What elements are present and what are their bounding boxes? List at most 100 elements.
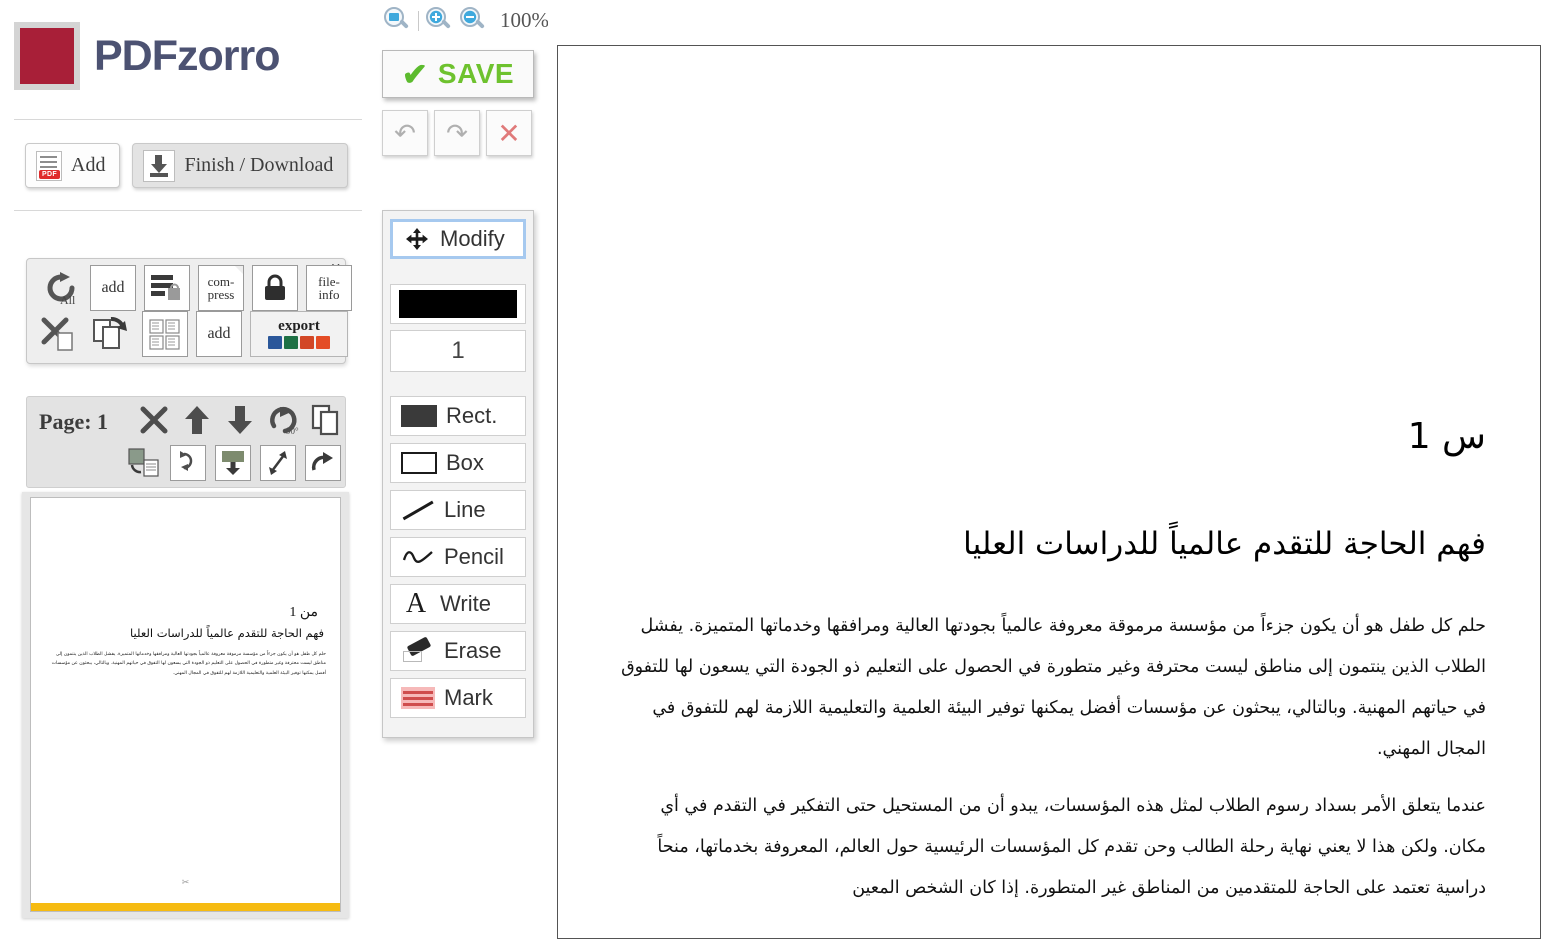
page-indicator: Page: 1 [39, 409, 109, 434]
document-page-number: س 1 [1407, 416, 1486, 457]
tool-pencil[interactable]: Pencil [390, 537, 526, 577]
thumbnail-title: فهم الحاجة للتقدم عالمياً للدراسات العلي… [130, 626, 324, 640]
zoom-controls: 100% [384, 7, 549, 34]
reorder-page-icon[interactable] [170, 445, 206, 481]
merge-documents-icon[interactable] [144, 265, 190, 311]
pdf-canvas-area: س 1 فهم الحاجة للتقدم عالمياً للدراسات ا… [548, 0, 1558, 939]
export-html5-icon [316, 336, 330, 349]
duplicate-page-icon[interactable] [309, 403, 343, 437]
tool-write[interactable]: A Write [390, 584, 526, 624]
pdfzorro-editor: PDFzorro PDF Add Finish / Download X [0, 0, 1558, 939]
zoom-in-icon[interactable] [426, 7, 453, 34]
add-file-label: Add [71, 154, 106, 176]
move-arrows-icon [403, 226, 431, 252]
extract-text-icon[interactable] [127, 446, 161, 480]
split-pages-icon[interactable] [142, 311, 188, 357]
protect-lock-icon[interactable] [252, 265, 298, 311]
tool-box[interactable]: Box [390, 443, 526, 483]
download-page-icon[interactable] [215, 445, 251, 481]
tool-erase[interactable]: Erase [390, 631, 526, 671]
tool-erase-label: Erase [444, 638, 502, 663]
add-page-icon[interactable]: add [90, 265, 136, 311]
tool-column: 100% ✔ SAVE ↶ ↷ ✕ Modify 1 Rect. Box Lin… [378, 0, 549, 939]
thumbnail-cursor-mark: ✂ [181, 877, 190, 887]
svg-text:90°: 90° [286, 426, 299, 436]
left-sidebar: PDFzorro PDF Add Finish / Download X [0, 0, 378, 939]
page-toolbar-row-1: 90° [137, 403, 343, 437]
thumbnail-body-text: حلم كل طفل هو أن يكون جزءاً من مؤسسة مرم… [51, 652, 326, 676]
zoom-level: 100% [500, 8, 549, 32]
thumbnail-page-number: من 1 [289, 605, 318, 620]
tool-rect[interactable]: Rect. [390, 396, 526, 436]
download-icon [143, 149, 176, 182]
compress-icon[interactable]: com-press [198, 265, 244, 311]
document-tools-panel: X All add [26, 258, 352, 364]
undo-button[interactable]: ↶ [382, 110, 428, 156]
file-info-icon[interactable]: file-info [306, 265, 352, 311]
file-action-buttons: PDF Add Finish / Download [25, 143, 349, 188]
redo-button[interactable]: ↷ [434, 110, 480, 156]
tool-pencil-label: Pencil [444, 544, 504, 569]
tool-modify[interactable]: Modify [390, 219, 526, 259]
page-thumbnail-container[interactable]: من 1 فهم الحاجة للتقدم عالمياً للدراسات … [22, 492, 349, 918]
pdf-page-canvas[interactable]: س 1 فهم الحاجة للتقدم عالمياً للدراسات ا… [557, 45, 1541, 939]
file-info-label: file-info [318, 274, 340, 302]
pdf-document-icon: PDF [36, 150, 62, 181]
finish-download-button[interactable]: Finish / Download [132, 143, 349, 188]
duplicate-rotate-icon[interactable] [90, 312, 134, 356]
annotation-tools-panel: Modify 1 Rect. Box Line Pencil A Write E… [382, 210, 534, 738]
delete-pages-icon[interactable] [38, 312, 82, 356]
tool-mark-label: Mark [444, 685, 493, 710]
export-format-icons [268, 336, 330, 349]
text-letter-a-icon: A [405, 588, 427, 619]
export-label: export [278, 318, 320, 334]
document-title: فهم الحاجة للتقدم عالمياً للدراسات العلي… [963, 526, 1486, 562]
move-page-down-icon[interactable] [223, 403, 257, 437]
tool-box-label: Box [446, 450, 484, 475]
finish-download-label: Finish / Download [184, 154, 334, 176]
export-excel-icon [284, 336, 298, 349]
document-paragraph-1: حلم كل طفل هو أن يكون جزءاً من مؤسسة مرم… [621, 616, 1486, 760]
page-thumbnail[interactable]: من 1 فهم الحاجة للتقدم عالمياً للدراسات … [30, 497, 341, 912]
document-tools-row-1: All add com- press file- info [38, 265, 352, 311]
rotate-page-90-icon[interactable]: 90° [266, 403, 300, 437]
checkmark-icon: ✔ [401, 56, 428, 92]
divider-bottom [14, 210, 362, 211]
export-icon[interactable]: export [250, 311, 348, 357]
add-text-page-icon[interactable]: add [196, 311, 242, 357]
thumbnail-accent-bar [31, 903, 340, 911]
brand-logo[interactable]: PDFzorro [14, 22, 280, 90]
share-page-icon[interactable] [305, 445, 341, 481]
tool-modify-label: Modify [440, 226, 505, 251]
eraser-icon [401, 636, 435, 663]
document-tools-row-2: add export [38, 311, 348, 357]
resize-page-icon[interactable] [260, 445, 296, 481]
pencil-squiggle-icon [401, 546, 435, 568]
export-word-icon [268, 336, 282, 349]
save-button[interactable]: ✔ SAVE [382, 50, 534, 98]
tool-mark[interactable]: Mark [390, 678, 526, 718]
add-file-button[interactable]: PDF Add [25, 143, 121, 188]
fit-page-zoom-icon[interactable] [384, 7, 411, 34]
add-page-label: add [101, 279, 125, 296]
history-buttons: ↶ ↷ ✕ [382, 110, 532, 156]
brand-mark-icon [14, 22, 80, 90]
tool-line[interactable]: Line [390, 490, 526, 530]
outlined-rectangle-icon [401, 452, 437, 474]
color-swatch[interactable] [390, 284, 526, 324]
highlighter-lines-icon [401, 687, 435, 709]
thickness-input[interactable]: 1 [390, 330, 526, 372]
cancel-button[interactable]: ✕ [486, 110, 532, 156]
page-toolbar-row-2 [127, 445, 341, 481]
page-toolbar: Page: 1 90° [26, 396, 346, 488]
filled-rectangle-icon [401, 405, 437, 427]
pdf-badge: PDF [39, 169, 60, 179]
delete-page-icon[interactable] [137, 403, 171, 437]
svg-text:All: All [60, 293, 76, 307]
export-powerpoint-icon [300, 336, 314, 349]
save-label: SAVE [437, 58, 515, 89]
zoom-out-icon[interactable] [460, 7, 487, 34]
compress-label: com-press [207, 274, 235, 302]
move-page-up-icon[interactable] [180, 403, 214, 437]
rotate-all-icon[interactable]: All [38, 266, 82, 310]
